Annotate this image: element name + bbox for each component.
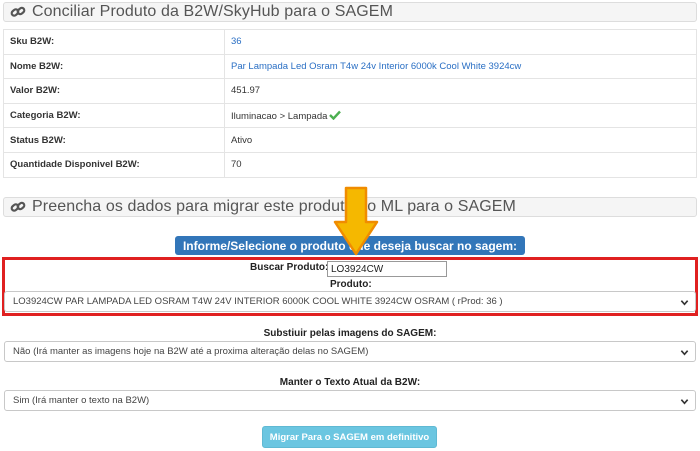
detail-value[interactable]: 36: [224, 29, 697, 55]
detail-value-text: 70: [231, 159, 242, 171]
texto-select[interactable]: Sim (Irá manter o texto na B2W): [4, 390, 696, 411]
produto-select-value: LO3924CW PAR LAMPADA LED OSRAM T4W 24V I…: [13, 296, 503, 307]
table-row: Quantidade Disponivel B2W: 70: [3, 151, 697, 178]
detail-value-text: 36: [231, 36, 242, 48]
produto-select[interactable]: LO3924CW PAR LAMPADA LED OSRAM T4W 24V I…: [4, 291, 696, 312]
table-row: Valor B2W: 451.97: [3, 78, 697, 104]
table-row: Categoria B2W: Iluminacao > Lampada: [3, 102, 697, 129]
link-icon: [10, 6, 26, 17]
detail-value-text: 451.97: [231, 85, 261, 97]
search-row: Buscar Produto:: [0, 261, 700, 277]
table-row: Nome B2W: Par Lampada Led Osram T4w 24v I…: [3, 53, 697, 80]
imagens-label: Substiuir pelas imagens do SAGEM:: [263, 328, 437, 339]
detail-value: Iluminacao > Lampada: [224, 102, 697, 129]
table-row: Sku B2W: 36: [3, 29, 697, 55]
detail-label: Categoria B2W:: [3, 102, 225, 129]
detail-value: Ativo: [224, 127, 697, 153]
link-icon: [10, 201, 26, 212]
product-details-table: Sku B2W: 36 Nome B2W: Par Lampada Led Osram…: [3, 29, 697, 178]
panel-header-conciliar: Conciliar Produto da B2W/SkyHub para o S…: [3, 2, 697, 22]
migrate-button[interactable]: Migrar Para o SAGEM em definitivo: [262, 426, 437, 448]
detail-value-text: Iluminacao > Lampada: [231, 110, 328, 122]
table-row: Status B2W: Ativo: [3, 127, 697, 153]
search-input[interactable]: [327, 261, 447, 277]
detail-label: Sku B2W:: [3, 29, 225, 55]
chevron-down-icon: [680, 300, 689, 306]
detail-value: 70: [224, 151, 697, 178]
chevron-down-icon: [680, 350, 689, 356]
produto-label: Produto:: [330, 279, 372, 290]
detail-label: Nome B2W:: [3, 53, 225, 80]
panel-title: Conciliar Produto da B2W/SkyHub para o S…: [32, 3, 394, 20]
detail-value[interactable]: Par Lampada Led Osram T4w 24v Interior 6…: [224, 53, 697, 80]
detail-label: Valor B2W:: [3, 78, 225, 104]
search-label: Buscar Produto:: [250, 262, 329, 273]
detail-value-text: Ativo: [231, 134, 253, 146]
detail-label: Quantidade Disponivel B2W:: [3, 151, 225, 178]
arrow-down-icon: [333, 186, 379, 256]
detail-label: Status B2W:: [3, 127, 225, 153]
imagens-select-value: Não (Irá manter as imagens hoje na B2W a…: [13, 346, 369, 357]
imagens-select[interactable]: Não (Irá manter as imagens hoje na B2W a…: [4, 341, 696, 362]
panel-title: Preencha os dados para migrar este produ…: [32, 198, 516, 215]
chevron-down-icon: [680, 399, 689, 405]
detail-value-text: Par Lampada Led Osram T4w 24v Interior 6…: [231, 60, 522, 72]
texto-select-value: Sim (Irá manter o texto na B2W): [13, 395, 150, 406]
detail-value: 451.97: [224, 78, 697, 104]
check-icon: [329, 110, 342, 120]
texto-label: Manter o Texto Atual da B2W:: [279, 377, 421, 388]
